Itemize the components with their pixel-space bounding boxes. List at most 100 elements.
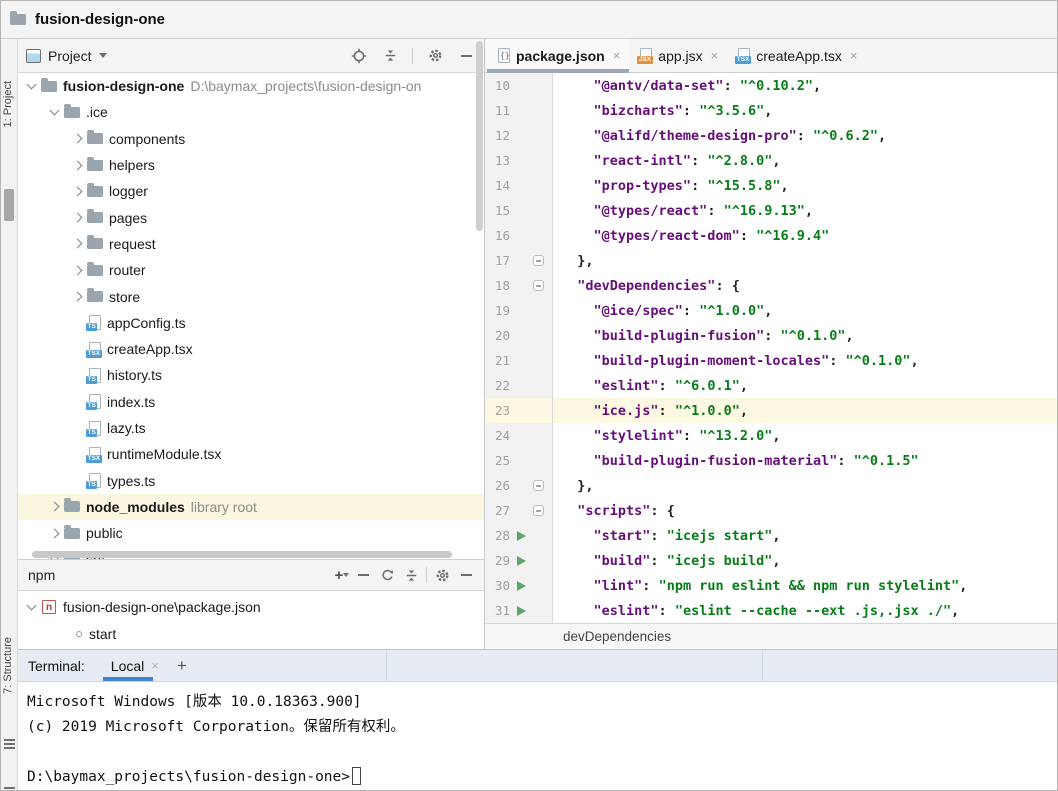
tree-row[interactable]: TS index.ts: [18, 389, 484, 415]
fold-start-icon[interactable]: [533, 280, 544, 291]
project-vertical-scrollbar[interactable]: [476, 41, 483, 231]
tree-row[interactable]: components: [18, 126, 484, 152]
code-line[interactable]: 26 },: [485, 473, 1058, 498]
settings-gear-icon[interactable]: [430, 563, 454, 587]
code-line[interactable]: 28 "start": "icejs start",: [485, 523, 1058, 548]
code-line[interactable]: 27 "scripts": {: [485, 498, 1058, 523]
terminal-tab-local[interactable]: Local ×: [107, 650, 163, 681]
tree-row[interactable]: public: [18, 520, 484, 546]
code-line[interactable]: 10 "@antv/data-set": "^0.10.2",: [485, 73, 1058, 98]
tree-chevron-icon[interactable]: [73, 160, 83, 170]
settings-gear-icon[interactable]: [423, 44, 447, 68]
run-script-icon[interactable]: [517, 581, 526, 591]
editor-area: package.json × JSX app.jsx × TSX createA…: [485, 39, 1058, 649]
tree-chevron-icon[interactable]: [73, 239, 83, 249]
code-line[interactable]: 29 "build": "icejs build",: [485, 548, 1058, 573]
code-line[interactable]: 30 "lint": "npm run eslint && npm run st…: [485, 573, 1058, 598]
tree-row[interactable]: router: [18, 257, 484, 283]
terminal-label[interactable]: Terminal:: [28, 658, 85, 674]
editor-tab[interactable]: TSX createApp.tsx ×: [727, 39, 866, 72]
code-line[interactable]: 14 "prop-types": "^15.5.8",: [485, 173, 1058, 198]
structure-stripe-icon[interactable]: [4, 739, 15, 749]
tree-row[interactable]: helpers: [18, 152, 484, 178]
code-line[interactable]: 16 "@types/react-dom": "^16.9.4": [485, 223, 1058, 248]
tree-chevron-icon[interactable]: [50, 528, 60, 538]
tree-chevron-icon[interactable]: [73, 265, 83, 275]
code-line[interactable]: 31 "eslint": "eslint --cache --ext .js,.…: [485, 598, 1058, 623]
code-line[interactable]: 24 "stylelint": "^13.2.0",: [485, 423, 1058, 448]
tree-row[interactable]: TSX createApp.tsx: [18, 336, 484, 362]
breadcrumb-item[interactable]: devDependencies: [563, 629, 671, 644]
run-script-icon[interactable]: [517, 606, 526, 616]
tree-chevron-icon[interactable]: [50, 502, 60, 512]
folder-icon: [41, 81, 57, 92]
editor-tab[interactable]: JSX app.jsx ×: [629, 39, 727, 72]
tree-row[interactable]: logger: [18, 178, 484, 204]
terminal-stripe-icon[interactable]: [4, 787, 15, 791]
collapse-all-button[interactable]: [378, 44, 402, 68]
tree-row[interactable]: TS lazy.ts: [18, 415, 484, 441]
jsx-file-icon: JSX: [640, 48, 652, 63]
npm-script-row[interactable]: start: [18, 620, 484, 647]
close-icon[interactable]: ×: [613, 48, 621, 63]
new-terminal-button[interactable]: +: [177, 656, 187, 676]
stripe-active-indicator: [4, 189, 14, 221]
fold-start-icon[interactable]: [533, 505, 544, 516]
code-line[interactable]: 20 "build-plugin-fusion": "^0.1.0",: [485, 323, 1058, 348]
tree-row[interactable]: .ice: [18, 99, 484, 125]
code-editor[interactable]: 10 "@antv/data-set": "^0.10.2", 11 "bizc…: [485, 73, 1058, 623]
tool-stripe-project-button[interactable]: 1: Project: [2, 81, 14, 127]
add-script-button[interactable]: +: [327, 563, 351, 587]
code-line[interactable]: 11 "bizcharts": "^3.5.6",: [485, 98, 1058, 123]
locate-file-button[interactable]: [347, 44, 371, 68]
hide-panel-button[interactable]: [454, 44, 478, 68]
close-icon[interactable]: ×: [850, 48, 858, 63]
code-line[interactable]: 17 },: [485, 248, 1058, 273]
chevron-down-icon[interactable]: [99, 53, 107, 58]
tree-chevron-icon[interactable]: [73, 292, 83, 302]
run-script-icon[interactable]: [517, 531, 526, 541]
fold-end-icon[interactable]: [533, 255, 544, 266]
npm-package-row[interactable]: n fusion-design-one\package.json: [18, 593, 484, 620]
fold-end-icon[interactable]: [533, 480, 544, 491]
remove-button[interactable]: [351, 563, 375, 587]
tree-chevron-icon[interactable]: [50, 106, 60, 116]
code-line[interactable]: 13 "react-intl": "^2.8.0",: [485, 148, 1058, 173]
run-script-icon[interactable]: [517, 556, 526, 566]
tree-chevron-icon[interactable]: [73, 213, 83, 223]
code-line[interactable]: 12 "@alifd/theme-design-pro": "^0.6.2",: [485, 123, 1058, 148]
tree-row[interactable]: request: [18, 231, 484, 257]
close-icon[interactable]: ×: [151, 658, 159, 673]
tsx-file-icon: TSX: [89, 342, 101, 357]
close-icon[interactable]: ×: [711, 48, 719, 63]
refresh-icon[interactable]: [375, 563, 399, 587]
code-line[interactable]: 15 "@types/react": "^16.9.13",: [485, 198, 1058, 223]
code-line[interactable]: 25 "build-plugin-fusion-material": "^0.1…: [485, 448, 1058, 473]
tree-row[interactable]: pages: [18, 204, 484, 230]
code-line[interactable]: 22 "eslint": "^6.0.1",: [485, 373, 1058, 398]
tree-row[interactable]: store: [18, 283, 484, 309]
code-line[interactable]: 18 "devDependencies": {: [485, 273, 1058, 298]
project-horizontal-scrollbar[interactable]: [32, 551, 452, 558]
folder-icon: [87, 160, 103, 171]
tool-stripe-structure-button[interactable]: 7: Structure: [2, 637, 14, 694]
tree-row[interactable]: node_modules library root: [18, 494, 484, 520]
code-line[interactable]: 21 "build-plugin-moment-locales": "^0.1.…: [485, 348, 1058, 373]
project-title[interactable]: Project: [48, 48, 92, 64]
tree-row[interactable]: TSX runtimeModule.tsx: [18, 441, 484, 467]
terminal-output[interactable]: Microsoft Windows [版本 10.0.18363.900](c)…: [18, 682, 1058, 791]
tree-chevron-icon[interactable]: [27, 80, 37, 90]
tree-row[interactable]: TS types.ts: [18, 467, 484, 493]
chevron-down-icon[interactable]: [27, 600, 37, 610]
project-folder-icon: [10, 14, 26, 25]
editor-tab[interactable]: package.json ×: [487, 39, 629, 72]
hide-panel-button[interactable]: [454, 563, 478, 587]
tree-chevron-icon[interactable]: [73, 134, 83, 144]
code-line[interactable]: 19 "@ice/spec": "^1.0.0",: [485, 298, 1058, 323]
tree-chevron-icon[interactable]: [73, 186, 83, 196]
tree-row[interactable]: TS appConfig.ts: [18, 310, 484, 336]
tree-row[interactable]: TS history.ts: [18, 362, 484, 388]
tree-row[interactable]: fusion-design-one D:\baymax_projects\fus…: [18, 73, 484, 99]
code-line[interactable]: 23 "ice.js": "^1.0.0",: [485, 398, 1058, 423]
collapse-all-button[interactable]: [399, 563, 423, 587]
